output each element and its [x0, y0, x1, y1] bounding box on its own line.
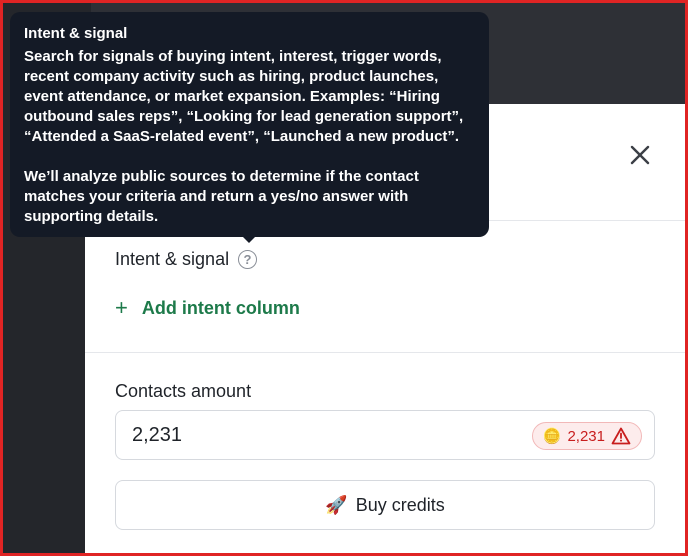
warning-icon — [611, 427, 631, 445]
intent-section-label: Intent & signal — [115, 249, 230, 269]
rocket-icon: 🚀 — [325, 494, 348, 515]
section-divider — [85, 352, 685, 353]
plus-icon: + — [115, 295, 128, 320]
buy-credits-label: Buy credits — [355, 494, 445, 515]
add-intent-column-label: Add intent column — [141, 297, 300, 318]
contacts-amount-input[interactable]: 2,231 🪙 2,231 — [115, 410, 655, 460]
credits-count: 2,231 — [567, 427, 605, 445]
tooltip-arrow — [242, 236, 256, 243]
intent-tooltip: Intent & signal Search for signals of bu… — [10, 12, 489, 237]
contacts-amount-label: Contacts amount — [115, 381, 252, 401]
close-icon — [630, 145, 650, 165]
close-button[interactable] — [626, 141, 654, 169]
contacts-amount-value: 2,231 — [132, 424, 183, 446]
tooltip-body-secondary: We’ll analyze public sources to determin… — [24, 168, 419, 225]
credits-badge: 🪙 2,231 — [531, 422, 642, 450]
buy-credits-button[interactable]: 🚀 Buy credits — [115, 480, 655, 530]
tooltip-body: Search for signals of buying intent, int… — [24, 48, 464, 145]
add-intent-column-button[interactable]: + Add intent column — [115, 296, 300, 320]
tooltip-title: Intent & signal — [24, 25, 128, 42]
coins-icon: 🪙 — [542, 427, 562, 445]
question-circle-icon[interactable]: ? — [238, 250, 257, 269]
